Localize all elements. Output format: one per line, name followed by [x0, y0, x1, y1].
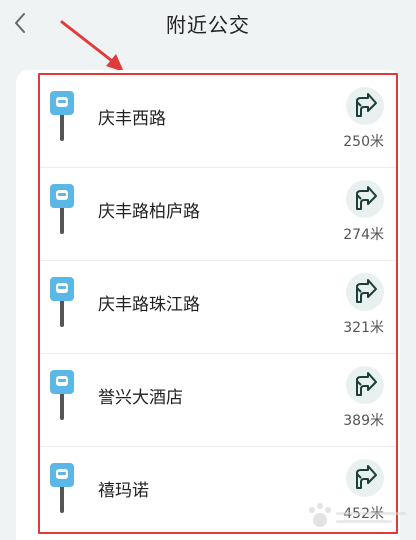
bus-stop-row[interactable]: 庆丰路珠江路 321米: [40, 261, 396, 354]
bus-stop-row[interactable]: 誉兴大酒店 389米: [40, 354, 396, 447]
stop-distance: 389米: [343, 413, 384, 429]
bus-stop-list: 庆丰西路 250米 庆丰路柏庐路 274米 庆丰路珠江路 321米 誉兴大酒店 …: [40, 75, 396, 540]
stop-distance: 321米: [343, 320, 384, 336]
navigate-icon[interactable]: [346, 87, 384, 125]
back-chevron-icon[interactable]: [10, 10, 30, 36]
stop-distance: 250米: [343, 134, 384, 150]
stop-name: 誉兴大酒店: [98, 387, 183, 408]
navigate-icon[interactable]: [346, 459, 384, 497]
navigate-icon[interactable]: [346, 180, 384, 218]
bus-stop-row[interactable]: 庆丰西路 250米: [40, 75, 396, 168]
stop-name: 庆丰路珠江路: [98, 294, 200, 315]
bus-stop-row[interactable]: 庆丰路柏庐路 274米: [40, 168, 396, 261]
bus-stop-sign-icon: [50, 91, 74, 141]
bus-stop-sign-icon: [50, 370, 74, 420]
navigate-icon[interactable]: [346, 366, 384, 404]
stop-distance: 452米: [343, 506, 384, 522]
bus-stop-sign-icon: [50, 463, 74, 513]
stop-name: 庆丰西路: [98, 108, 166, 129]
bus-stop-row[interactable]: 禧玛诺 452米: [40, 447, 396, 540]
bus-stop-sign-icon: [50, 277, 74, 327]
navigate-icon[interactable]: [346, 273, 384, 311]
stop-distance: 274米: [343, 227, 384, 243]
page-title: 附近公交: [166, 12, 250, 37]
stop-name: 禧玛诺: [98, 480, 149, 501]
stop-name: 庆丰路柏庐路: [98, 201, 200, 222]
header-bar: 附近公交: [0, 0, 416, 48]
bus-stop-sign-icon: [50, 184, 74, 234]
